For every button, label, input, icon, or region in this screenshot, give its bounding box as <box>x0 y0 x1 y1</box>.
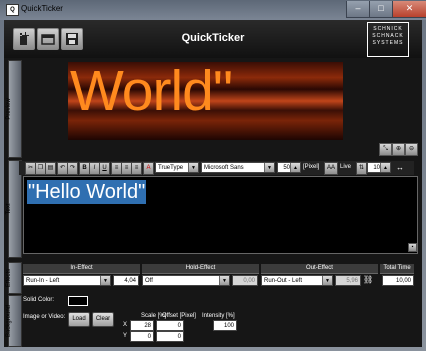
logo-line-2: SCHNACK <box>372 33 404 39</box>
hold-effect-value: Off <box>145 278 153 284</box>
font-name-select[interactable]: Microsoft Sans ▼ <box>201 162 275 173</box>
dropdown-arrow-icon: ▼ <box>219 276 229 285</box>
app-icon: Q <box>6 4 19 16</box>
link-icon[interactable]: ⛓ <box>363 275 373 284</box>
font-size-input[interactable]: 50 ▲ <box>277 162 301 173</box>
offset-x-input[interactable]: 0 <box>156 320 184 331</box>
scale-x-input[interactable]: 28 <box>130 320 154 331</box>
selected-text: "Hello World" <box>27 180 147 204</box>
clear-button[interactable]: Clear <box>92 312 114 327</box>
app-title: QuickTicker <box>181 32 245 44</box>
dropdown-arrow-icon: ▼ <box>322 276 332 285</box>
dropdown-arrow-icon: ▼ <box>188 163 198 172</box>
effects-section-label: Effects <box>6 268 12 288</box>
logo-line-1: SCHNICK <box>373 26 403 32</box>
out-effect-value: Run-Out - Left <box>264 278 303 284</box>
align-right-icon[interactable]: ≡ <box>131 162 142 175</box>
out-effect-header: Out-Effect <box>261 264 378 274</box>
hold-effect-header: Hold-Effect <box>142 264 259 274</box>
unit-label: [Pixel] <box>303 164 320 170</box>
scale-x-label: X <box>123 322 128 328</box>
paste-icon[interactable]: ▤ <box>45 162 56 175</box>
font-type-value: TrueType <box>158 165 184 171</box>
antialias-button[interactable]: AA <box>324 162 338 175</box>
zoom-fit-button[interactable]: ⤡ <box>379 143 392 156</box>
offset-y-input[interactable]: 0 <box>156 331 184 342</box>
scale-y-label: Y <box>123 333 128 339</box>
solid-color-label: Solid Color: <box>23 297 55 303</box>
preview-canvas: World" <box>68 62 343 140</box>
font-name-value: Microsoft Sans <box>204 165 244 171</box>
resize-grip-icon[interactable]: ▪ <box>408 243 417 252</box>
out-effect-select[interactable]: Run-Out - Left ▼ <box>261 275 333 286</box>
speed-icon[interactable]: ⇅ <box>356 162 367 175</box>
total-time-input[interactable]: 10,00 <box>382 275 414 286</box>
underline-button[interactable]: U <box>99 162 110 175</box>
title-bar: Q QuickTicker – □ ✕ <box>0 0 426 20</box>
dropdown-arrow-icon: ▼ <box>100 276 110 285</box>
minimize-button[interactable]: – <box>346 1 370 18</box>
live-label: Live <box>340 164 352 170</box>
top-toolbar: QuickTicker SCHNICK SCHNACK SYSTEMS <box>4 20 422 58</box>
intensity-input[interactable]: 100 <box>213 320 237 331</box>
zoom-in-icon[interactable]: ⊕ <box>392 143 405 156</box>
spinner-icon: ▲ <box>380 163 390 172</box>
close-button[interactable]: ✕ <box>392 1 426 18</box>
scale-y-input[interactable]: 0 <box>130 331 154 342</box>
background-section-label: Background <box>6 304 12 338</box>
logo-line-3: SYSTEMS <box>372 40 404 46</box>
font-size-value: 50 <box>283 165 290 171</box>
intensity-label: Intensity [%] <box>202 313 235 319</box>
redo-icon[interactable]: ↷ <box>67 162 78 175</box>
zoom-out-icon[interactable]: ⊖ <box>405 143 418 156</box>
load-button[interactable]: Load <box>68 312 90 327</box>
preview-text: World" <box>70 62 233 123</box>
client-area: QuickTicker SCHNICK SCHNACK SYSTEMS Prev… <box>4 20 422 347</box>
out-effect-duration[interactable]: 5,96 <box>335 275 361 286</box>
maximize-button[interactable]: □ <box>369 1 393 18</box>
font-color-icon[interactable]: A <box>143 162 154 175</box>
image-video-label: Image or Video: <box>23 314 66 320</box>
in-effect-select[interactable]: Run-In - Left ▼ <box>23 275 111 286</box>
direction-arrows-icon[interactable]: ↔ <box>396 163 404 172</box>
offset-label: Offset [Pixel] <box>162 313 196 319</box>
preview-section-label: Preview <box>6 98 12 120</box>
dropdown-arrow-icon: ▼ <box>264 163 274 172</box>
effects-section-tab: Effects <box>6 262 22 294</box>
background-section-tab: Background <box>6 295 22 347</box>
hold-effect-duration[interactable]: 0,00 <box>232 275 258 286</box>
window-title: QuickTicker <box>21 4 63 13</box>
font-type-select[interactable]: TrueType ▼ <box>155 162 199 173</box>
in-effect-header: In-Effect <box>23 264 140 274</box>
preview-section-tab: Preview <box>6 60 22 158</box>
main-window: Q QuickTicker – □ ✕ QuickTicker SCHNICK … <box>0 0 426 351</box>
text-editor[interactable]: "Hello World" ▪ <box>23 176 418 254</box>
text-section-label: Text <box>6 203 12 215</box>
live-speed-input[interactable]: 10 ▲ <box>367 162 391 173</box>
company-logo: SCHNICK SCHNACK SYSTEMS <box>367 22 409 57</box>
solid-color-swatch[interactable] <box>68 296 88 306</box>
live-speed-value: 10 <box>373 165 380 171</box>
total-time-header: Total Time <box>380 264 414 274</box>
hold-effect-select[interactable]: Off ▼ <box>142 275 230 286</box>
spinner-icon: ▲ <box>290 163 300 172</box>
format-toolbar: ✂ ❐ ▤ ↶ ↷ B I U ≡ ≡ ≡ A TrueType ▼ Micros… <box>19 161 414 175</box>
in-effect-duration[interactable]: 4,04 <box>113 275 139 286</box>
in-effect-value: Run-In - Left <box>26 278 60 284</box>
